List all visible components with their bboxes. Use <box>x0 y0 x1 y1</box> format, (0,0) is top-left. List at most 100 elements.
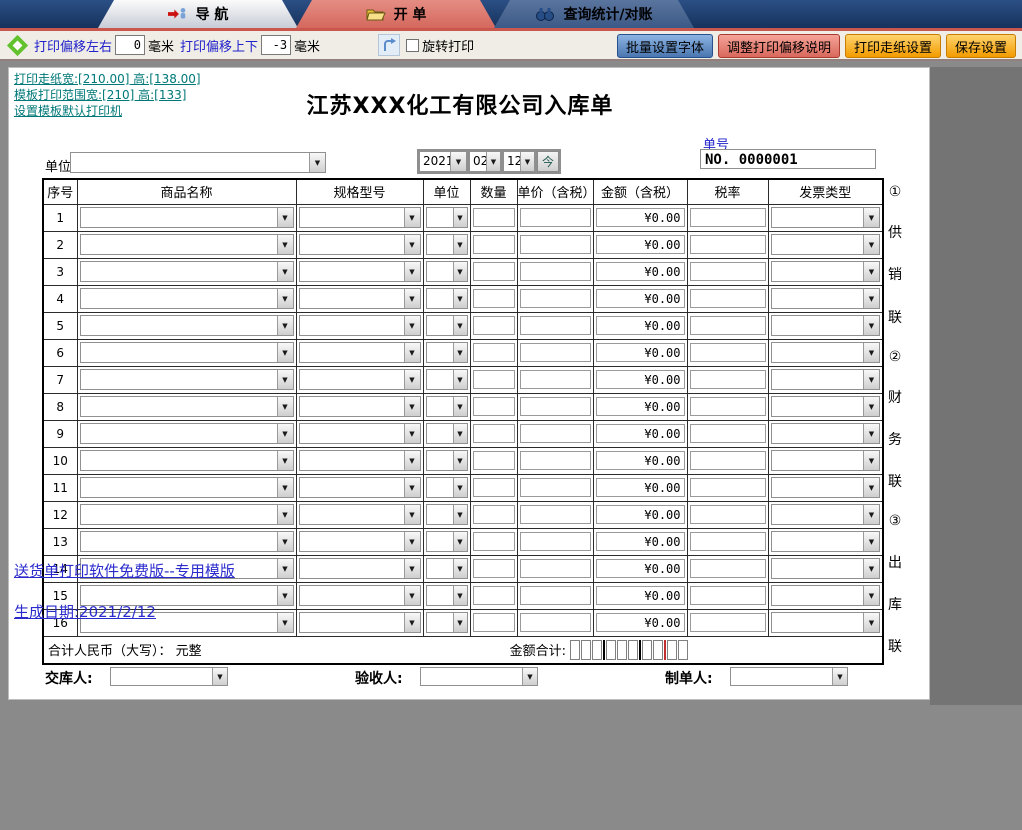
tab-query-stats[interactable]: 查询统计/对账 <box>494 0 694 28</box>
year-combobox[interactable]: 2021 ▼ <box>419 151 467 172</box>
unit-cell-combobox[interactable]: ▼ <box>426 558 468 579</box>
doc-maker-combobox[interactable]: ▼ <box>730 667 848 686</box>
day-combobox[interactable]: 12 ▼ <box>503 151 535 172</box>
invoice-type-combobox[interactable]: ▼ <box>771 504 881 525</box>
invoice-type-combobox[interactable]: ▼ <box>771 288 881 309</box>
spec-model-combobox[interactable]: ▼ <box>299 612 421 633</box>
invoice-type-combobox[interactable]: ▼ <box>771 234 881 255</box>
product-name-combobox[interactable]: ▼ <box>80 261 294 282</box>
spec-model-combobox[interactable]: ▼ <box>299 234 421 255</box>
tax-rate-input[interactable] <box>690 397 766 416</box>
quantity-input[interactable] <box>473 478 515 497</box>
product-name-combobox[interactable]: ▼ <box>80 423 294 444</box>
unit-combobox[interactable]: ▼ <box>70 152 326 173</box>
generated-date-link[interactable]: 生成日期:2021/2/12 <box>14 601 156 622</box>
today-button[interactable]: 今 <box>537 151 559 172</box>
rotate-print-checkbox[interactable] <box>406 39 419 52</box>
tax-rate-input[interactable] <box>690 586 766 605</box>
product-name-combobox[interactable]: ▼ <box>80 315 294 336</box>
invoice-type-combobox[interactable]: ▼ <box>771 558 881 579</box>
doc-no-input[interactable] <box>700 149 876 169</box>
quantity-input[interactable] <box>473 586 515 605</box>
product-name-combobox[interactable]: ▼ <box>80 531 294 552</box>
unit-price-input[interactable] <box>520 262 591 281</box>
unit-price-input[interactable] <box>520 478 591 497</box>
tax-rate-input[interactable] <box>690 613 766 632</box>
unit-price-input[interactable] <box>520 235 591 254</box>
invoice-type-combobox[interactable]: ▼ <box>771 477 881 498</box>
invoice-type-combobox[interactable]: ▼ <box>771 261 881 282</box>
spec-model-combobox[interactable]: ▼ <box>299 504 421 525</box>
spec-model-combobox[interactable]: ▼ <box>299 585 421 606</box>
paper-size-link[interactable]: 打印走纸宽:[210.00] 高:[138.00] <box>14 70 201 87</box>
template-range-link[interactable]: 模板打印范围宽:[210] 高:[133] <box>14 86 186 103</box>
quantity-input[interactable] <box>473 559 515 578</box>
offset-ud-input[interactable] <box>261 35 291 55</box>
tab-billing-active[interactable]: 开 单 <box>296 0 496 28</box>
inspector-combobox[interactable]: ▼ <box>420 667 538 686</box>
unit-price-input[interactable] <box>520 370 591 389</box>
unit-cell-combobox[interactable]: ▼ <box>426 207 468 228</box>
spec-model-combobox[interactable]: ▼ <box>299 558 421 579</box>
tax-rate-input[interactable] <box>690 370 766 389</box>
quantity-input[interactable] <box>473 532 515 551</box>
tax-rate-input[interactable] <box>690 343 766 362</box>
product-name-combobox[interactable]: ▼ <box>80 504 294 525</box>
unit-cell-combobox[interactable]: ▼ <box>426 288 468 309</box>
unit-cell-combobox[interactable]: ▼ <box>426 234 468 255</box>
invoice-type-combobox[interactable]: ▼ <box>771 396 881 417</box>
quantity-input[interactable] <box>473 262 515 281</box>
batch-font-button[interactable]: 批量设置字体 <box>617 34 713 58</box>
product-name-combobox[interactable]: ▼ <box>80 477 294 498</box>
tax-rate-input[interactable] <box>690 451 766 470</box>
invoice-type-combobox[interactable]: ▼ <box>771 207 881 228</box>
product-name-combobox[interactable]: ▼ <box>80 207 294 228</box>
quantity-input[interactable] <box>473 370 515 389</box>
unit-cell-combobox[interactable]: ▼ <box>426 342 468 363</box>
unit-cell-combobox[interactable]: ▼ <box>426 396 468 417</box>
quantity-input[interactable] <box>473 451 515 470</box>
spec-model-combobox[interactable]: ▼ <box>299 477 421 498</box>
tax-rate-input[interactable] <box>690 262 766 281</box>
tax-rate-input[interactable] <box>690 424 766 443</box>
product-name-combobox[interactable]: ▼ <box>80 342 294 363</box>
spec-model-combobox[interactable]: ▼ <box>299 315 421 336</box>
quantity-input[interactable] <box>473 343 515 362</box>
unit-cell-combobox[interactable]: ▼ <box>426 477 468 498</box>
spec-model-combobox[interactable]: ▼ <box>299 288 421 309</box>
save-settings-button[interactable]: 保存设置 <box>946 34 1016 58</box>
quantity-input[interactable] <box>473 289 515 308</box>
quantity-input[interactable] <box>473 235 515 254</box>
unit-price-input[interactable] <box>520 451 591 470</box>
product-name-combobox[interactable]: ▼ <box>80 288 294 309</box>
product-name-combobox[interactable]: ▼ <box>80 369 294 390</box>
unit-price-input[interactable] <box>520 208 591 227</box>
product-name-combobox[interactable]: ▼ <box>80 234 294 255</box>
tax-rate-input[interactable] <box>690 532 766 551</box>
tax-rate-input[interactable] <box>690 478 766 497</box>
quantity-input[interactable] <box>473 613 515 632</box>
unit-cell-combobox[interactable]: ▼ <box>426 315 468 336</box>
quantity-input[interactable] <box>473 397 515 416</box>
deliverer-combobox[interactable]: ▼ <box>110 667 228 686</box>
tab-navigation[interactable]: 导 航 <box>98 0 298 28</box>
unit-cell-combobox[interactable]: ▼ <box>426 531 468 552</box>
spec-model-combobox[interactable]: ▼ <box>299 369 421 390</box>
unit-cell-combobox[interactable]: ▼ <box>426 585 468 606</box>
unit-cell-combobox[interactable]: ▼ <box>426 423 468 444</box>
unit-price-input[interactable] <box>520 316 591 335</box>
invoice-type-combobox[interactable]: ▼ <box>771 531 881 552</box>
product-name-combobox[interactable]: ▼ <box>80 396 294 417</box>
software-watermark-link[interactable]: 送货单打印软件免费版--专用模版 <box>14 560 235 581</box>
invoice-type-combobox[interactable]: ▼ <box>771 423 881 444</box>
unit-price-input[interactable] <box>520 613 591 632</box>
tax-rate-input[interactable] <box>690 289 766 308</box>
spec-model-combobox[interactable]: ▼ <box>299 207 421 228</box>
unit-cell-combobox[interactable]: ▼ <box>426 612 468 633</box>
unit-cell-combobox[interactable]: ▼ <box>426 261 468 282</box>
paper-feed-settings-button[interactable]: 打印走纸设置 <box>845 34 941 58</box>
tax-rate-input[interactable] <box>690 235 766 254</box>
spec-model-combobox[interactable]: ▼ <box>299 423 421 444</box>
invoice-type-combobox[interactable]: ▼ <box>771 342 881 363</box>
unit-price-input[interactable] <box>520 532 591 551</box>
